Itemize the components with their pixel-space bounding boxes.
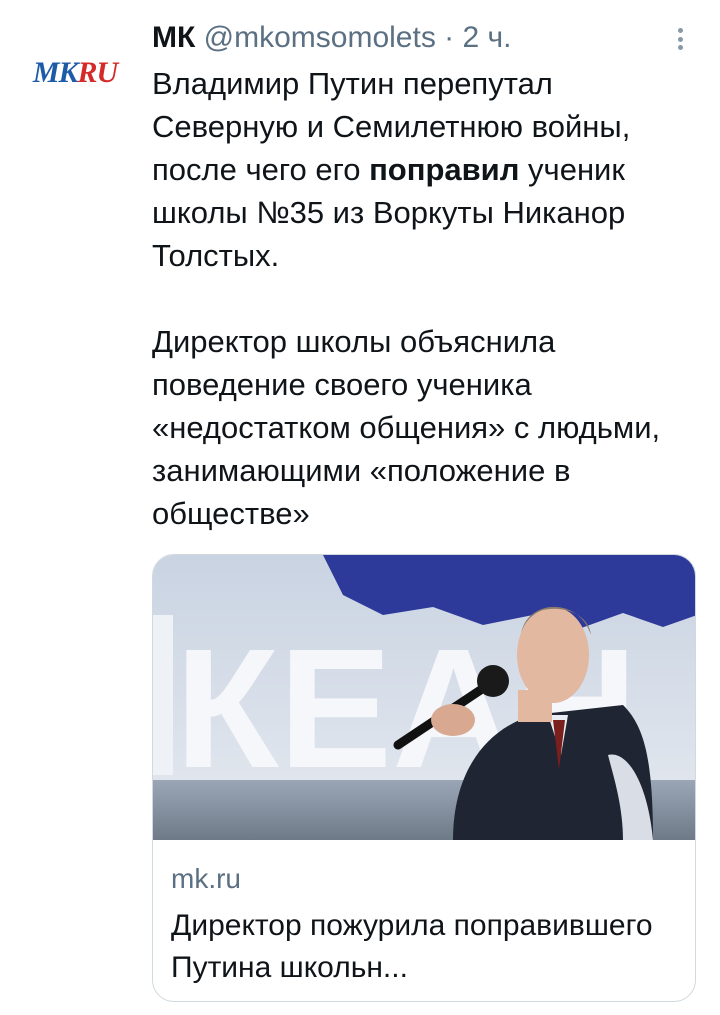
link-card[interactable]: КЕАН mk.ru Директор пожурила поправившег… — [152, 554, 696, 1002]
card-domain: mk.ru — [171, 863, 241, 894]
more-vertical-icon[interactable] — [668, 22, 692, 56]
card-image: КЕАН — [153, 555, 695, 840]
tweet-timestamp[interactable]: 2 ч. — [463, 21, 512, 54]
author-name[interactable]: МК — [152, 21, 195, 54]
card-title: Директор пожурила поправившего Путина шк… — [171, 909, 653, 984]
tweet-header: МК @mkomsomolets · 2 ч. — [152, 18, 512, 58]
bold-word: поправил — [369, 152, 520, 187]
tweet-paragraph-2: Директор школы объяснила поведение своег… — [152, 324, 661, 531]
tweet-paragraph-1: Владимир Путин перепутал Северную и Семи… — [152, 66, 631, 273]
mkru-logo-icon: MKRU — [32, 56, 118, 89]
tweet[interactable]: MKRU МК @mkomsomolets · 2 ч. Владимир Пу… — [0, 0, 720, 1015]
separator-dot: · — [444, 21, 455, 54]
avatar[interactable]: MKRU — [24, 22, 126, 124]
tweet-text: Владимир Путин перепутал Северную и Семи… — [152, 62, 704, 535]
author-handle[interactable]: @mkomsomolets — [204, 21, 436, 54]
